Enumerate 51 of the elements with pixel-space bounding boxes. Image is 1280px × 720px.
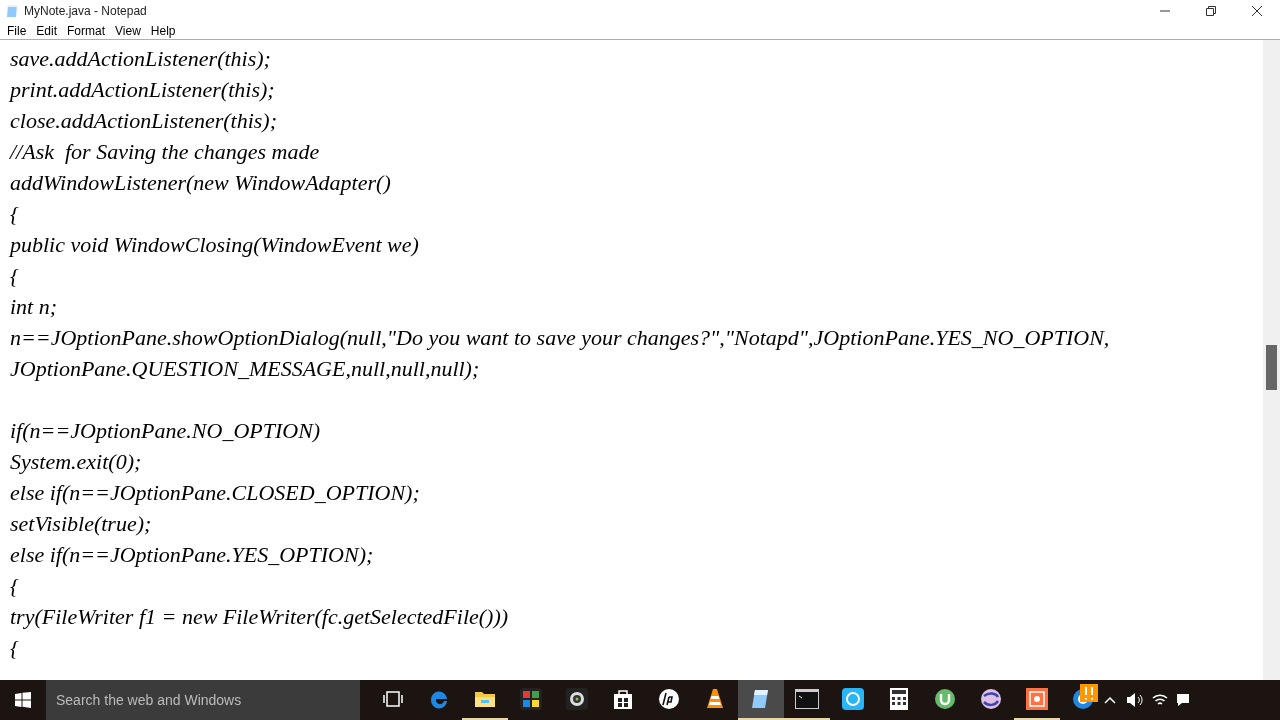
taskbar-app[interactable] — [738, 680, 784, 720]
code-line: else if(n==JOptionPane.CLOSED_OPTION); — [10, 479, 420, 507]
code-line: { — [10, 200, 19, 228]
paint-icon — [1026, 688, 1048, 710]
scrollbar[interactable] — [1263, 40, 1280, 680]
code-line: print.addActionListener(this); — [10, 76, 275, 104]
code-line: int n; — [10, 293, 58, 321]
terminal-icon — [795, 689, 819, 709]
circle-arrows-icon — [842, 688, 864, 710]
menu-item[interactable]: View — [110, 21, 146, 40]
code-line: { — [10, 634, 19, 662]
windows-logo-icon — [15, 692, 31, 708]
notepad-icon — [6, 4, 18, 18]
search-field[interactable]: Search the web and Windows — [46, 680, 360, 720]
calculator-icon — [890, 688, 908, 710]
code-line: { — [10, 572, 19, 600]
sphere-icon — [980, 688, 1002, 710]
code-line: { — [10, 262, 19, 290]
code-line: save.addActionListener(this); — [10, 45, 271, 73]
code-line: try(FileWriter f1 = new FileWriter(fc.getSelectedFile())) — [10, 603, 509, 631]
code-line: if(n==JOptionPane.NO_OPTION) — [10, 417, 321, 445]
menu-item[interactable]: File — [2, 21, 32, 40]
menu-item[interactable]: Help — [145, 21, 181, 40]
code-line: setVisible(true); — [10, 510, 152, 538]
chevron-up-icon — [1104, 696, 1116, 704]
task-view-icon — [383, 691, 403, 707]
code-line: //Ask for Saving the changes made — [10, 138, 320, 166]
code-line: System.exit(0); — [10, 448, 142, 476]
hp-logo-icon — [658, 688, 680, 710]
puzzle-icon — [520, 688, 542, 710]
torrent-icon — [934, 688, 956, 710]
menu-item[interactable]: Edit — [31, 21, 63, 40]
shopping-bag-icon — [613, 688, 633, 710]
code-line: public void WindowClosing(WindowEvent we) — [10, 231, 419, 259]
webcam-icon — [566, 688, 588, 710]
volume-icon — [1126, 692, 1144, 708]
wifi-icon — [1152, 693, 1168, 707]
folder-icon — [474, 690, 496, 708]
warning-icon — [1080, 684, 1098, 702]
code-line: JOptionPane.QUESTION_MESSAGE,null,null,null); — [10, 355, 480, 383]
menu-item[interactable]: Format — [62, 21, 111, 40]
notification-icon — [1176, 693, 1190, 707]
code-line: addWindowListener(new WindowAdapter() — [10, 169, 391, 197]
code-line: n==JOptionPane.showOptionDialog(null,"Do you want to save your changes?","Notapd",JOptionPane.YES_NO_OPTION, — [10, 324, 1110, 352]
window-title: MyNote.java - Notepad — [24, 3, 147, 20]
code-line: close.addActionListener(this); — [10, 107, 277, 135]
code-line: else if(n==JOptionPane.YES_OPTION); — [10, 541, 374, 569]
scrollbar-thumb[interactable] — [1266, 345, 1277, 390]
close-icon — [1252, 6, 1262, 16]
restore-icon — [1206, 6, 1216, 16]
traffic-cone-icon — [705, 688, 725, 710]
